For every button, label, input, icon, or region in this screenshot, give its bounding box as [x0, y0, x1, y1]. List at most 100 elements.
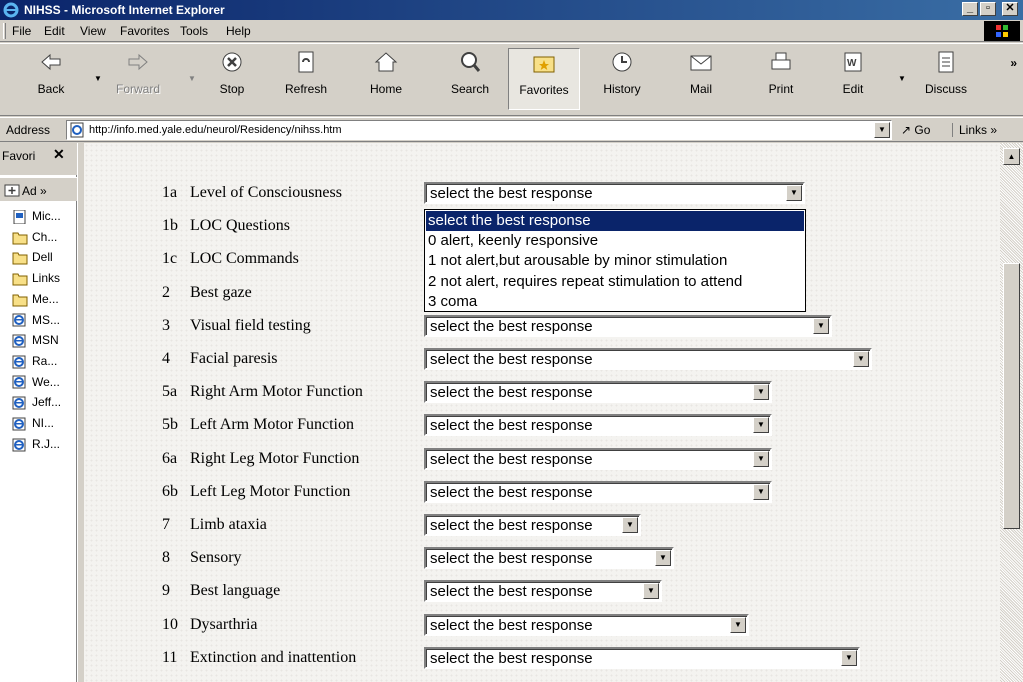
- maximize-button[interactable]: ▫: [980, 2, 996, 16]
- ie-icon: [12, 355, 28, 369]
- favorites-list-item[interactable]: R.J...: [12, 437, 60, 452]
- address-field[interactable]: http://info.med.yale.edu/neurol/Residenc…: [66, 120, 892, 140]
- mail-icon: [690, 55, 712, 71]
- address-url[interactable]: http://info.med.yale.edu/neurol/Residenc…: [89, 124, 342, 136]
- favorites-list-item[interactable]: We...: [12, 375, 60, 390]
- home-button[interactable]: Home: [360, 48, 412, 110]
- favorites-panel-header: Favori ✕: [0, 143, 77, 175]
- favorites-panel-close-button[interactable]: ✕: [53, 146, 65, 163]
- dropdown-option[interactable]: 1 not alert,but arousable by minor stimu…: [426, 251, 804, 271]
- chevron-down-icon[interactable]: ▼: [622, 517, 638, 533]
- favorites-list-item[interactable]: Dell: [12, 250, 53, 265]
- favorites-list-item[interactable]: MSN: [12, 333, 59, 348]
- response-select[interactable]: select the best response ▼: [424, 646, 860, 669]
- response-select-value: select the best response: [430, 583, 593, 601]
- item-number: 4: [162, 350, 170, 367]
- item-label: Level of Consciousness: [190, 184, 342, 201]
- response-select-value: select the best response: [430, 616, 593, 634]
- ie-page-icon: [70, 122, 84, 138]
- response-select[interactable]: select the best response ▼: [424, 613, 749, 636]
- chevron-down-icon[interactable]: ▼: [753, 417, 769, 434]
- address-dropdown-arrow[interactable]: ▼: [874, 122, 890, 138]
- chevron-down-icon[interactable]: ▼: [813, 317, 829, 334]
- chevron-down-icon[interactable]: ▼: [643, 583, 659, 600]
- favorites-button[interactable]: Favorites: [508, 48, 580, 110]
- favorites-list-item[interactable]: Mic...: [12, 209, 61, 225]
- stop-button[interactable]: Stop: [210, 48, 254, 110]
- item-number: 1b: [162, 217, 178, 235]
- favorites-add-button[interactable]: Ad »: [0, 177, 77, 201]
- response-select-value: select the best response: [430, 185, 593, 202]
- back-dropdown-arrow[interactable]: ▼: [94, 74, 102, 83]
- menu-view[interactable]: View: [80, 24, 106, 38]
- discuss-button[interactable]: Discuss: [918, 48, 974, 110]
- favorites-list-item[interactable]: Ra...: [12, 354, 57, 369]
- forward-button[interactable]: Forward: [108, 48, 168, 110]
- chevron-down-icon[interactable]: ▼: [853, 351, 869, 367]
- chevron-down-icon[interactable]: ▼: [753, 384, 769, 401]
- forward-arrow-icon: [128, 53, 148, 71]
- history-button[interactable]: History: [596, 48, 648, 110]
- response-select-value: select the best response: [430, 417, 593, 435]
- menu-help[interactable]: Help: [226, 24, 251, 38]
- refresh-button[interactable]: Refresh: [280, 48, 332, 110]
- item-label: Left Leg Motor Function: [190, 482, 351, 500]
- vertical-scrollbar[interactable]: ▲: [1000, 143, 1023, 682]
- favorites-list-item[interactable]: Ch...: [12, 230, 57, 245]
- response-select[interactable]: select the best response ▼: [424, 514, 641, 536]
- edit-button[interactable]: W Edit: [830, 48, 876, 110]
- stop-icon: [222, 52, 242, 72]
- chevron-down-icon[interactable]: ▼: [730, 616, 746, 633]
- forward-dropdown-arrow[interactable]: ▼: [188, 74, 196, 83]
- scroll-thumb[interactable]: [1003, 263, 1020, 529]
- frame-divider[interactable]: [77, 143, 84, 682]
- response-select[interactable]: select the best response ▼: [424, 314, 832, 337]
- item-number: 1c: [162, 250, 178, 268]
- response-select[interactable]: select the best response ▼: [424, 480, 772, 503]
- menu-edit[interactable]: Edit: [44, 24, 65, 38]
- dropdown-option[interactable]: select the best response: [426, 211, 804, 231]
- favorites-list-item[interactable]: Jeff...: [12, 395, 61, 410]
- dropdown-option[interactable]: 0 alert, keenly responsive: [426, 231, 804, 251]
- history-label: History: [603, 82, 641, 96]
- toolbar-chevron[interactable]: »: [1010, 56, 1017, 70]
- chevron-down-icon[interactable]: ▼: [655, 550, 671, 567]
- favorites-list-item[interactable]: Me...: [12, 292, 59, 307]
- discuss-label: Discuss: [924, 82, 967, 96]
- chevron-down-icon[interactable]: ▼: [753, 450, 769, 467]
- minimize-button[interactable]: _: [962, 2, 978, 16]
- search-button[interactable]: Search: [442, 48, 498, 110]
- response-select[interactable]: select the best response ▼: [424, 348, 872, 370]
- favorites-list-item[interactable]: MS...: [12, 313, 60, 328]
- chevron-down-icon[interactable]: ▼: [786, 185, 802, 201]
- chevron-down-icon[interactable]: ▼: [841, 649, 857, 666]
- response-select[interactable]: select the best response ▼: [424, 547, 674, 570]
- ie-icon: [12, 438, 28, 452]
- response-select[interactable]: select the best response ▼: [424, 447, 772, 470]
- favorites-list-item[interactable]: NI...: [12, 416, 54, 431]
- dropdown-option[interactable]: 3 coma: [426, 292, 804, 312]
- response-select[interactable]: select the best response ▼: [424, 580, 662, 603]
- response-select[interactable]: select the best response ▼: [424, 414, 772, 437]
- close-button[interactable]: ✕: [1002, 2, 1018, 16]
- mail-button[interactable]: Mail: [676, 48, 726, 110]
- dropdown-option[interactable]: 2 not alert, requires repeat stimulation…: [426, 272, 804, 292]
- menu-favorites[interactable]: Favorites: [120, 24, 169, 38]
- favorites-list-item[interactable]: Links: [12, 271, 60, 286]
- folder-icon: [12, 251, 28, 265]
- back-button[interactable]: Back: [26, 48, 76, 110]
- chevron-down-icon[interactable]: ▼: [753, 483, 769, 500]
- response-select[interactable]: select the best response ▼: [424, 182, 805, 204]
- item-label: Best gaze: [190, 283, 252, 301]
- go-button[interactable]: ↗ Go: [901, 123, 930, 137]
- print-button[interactable]: Print: [758, 48, 804, 110]
- response-select[interactable]: select the best response ▼: [424, 381, 772, 404]
- scroll-up-arrow[interactable]: ▲: [1003, 148, 1020, 165]
- favorites-label: Favorites: [519, 83, 569, 97]
- links-button[interactable]: Links »: [952, 123, 997, 137]
- response-select-value: select the best response: [430, 351, 593, 368]
- address-bar: Address http://info.med.yale.edu/neurol/…: [0, 117, 1023, 142]
- menu-tools[interactable]: Tools: [180, 24, 208, 38]
- menu-file[interactable]: File: [12, 24, 31, 38]
- edit-dropdown-arrow[interactable]: ▼: [898, 74, 906, 83]
